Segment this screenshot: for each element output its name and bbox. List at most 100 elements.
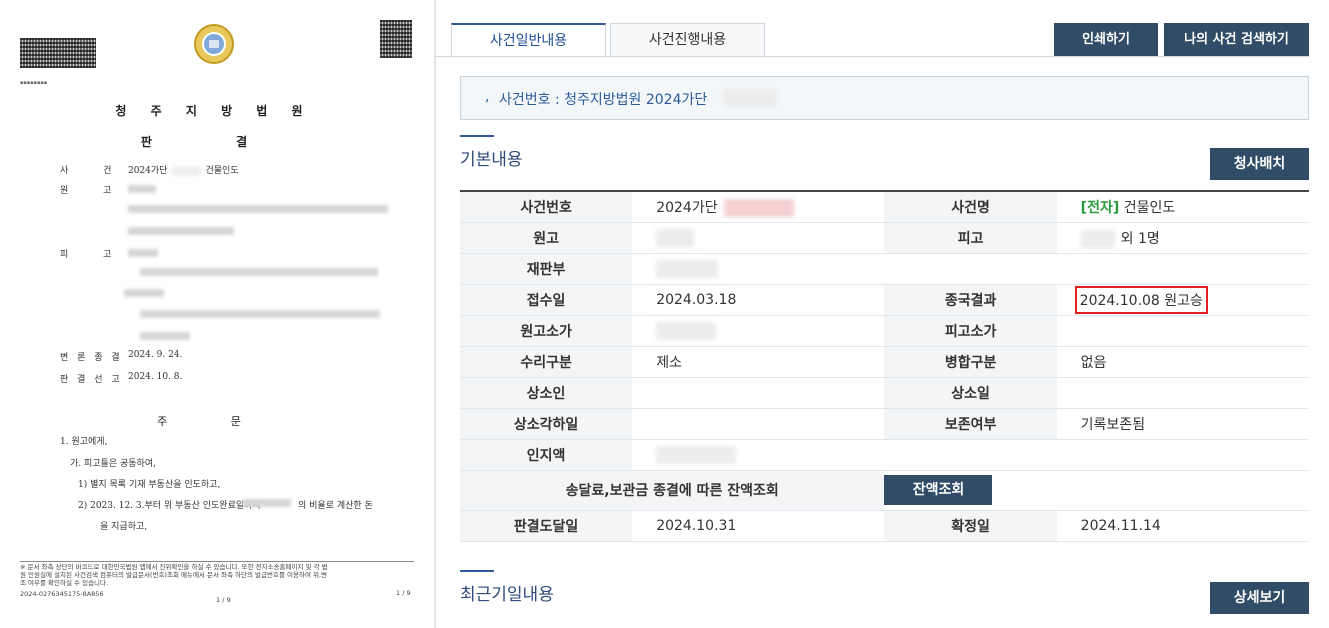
redacted-address — [140, 310, 380, 318]
final-result-highlight: 2024.10.08 원고승 — [1074, 285, 1208, 314]
value-finalized: 2024.11.14 — [1056, 510, 1309, 542]
table-row: 상소인 상소일 — [460, 377, 1309, 409]
label-defendant-amount: 피고소가 — [884, 315, 1057, 347]
value-merge-type: 없음 — [1056, 346, 1309, 378]
order-title: 주 문 — [157, 415, 271, 428]
basic-info-title: 기본내용 — [460, 150, 523, 170]
page-number: 1 / 9 — [216, 596, 231, 604]
label-plaintiff-amount: 원고소가 — [460, 315, 633, 347]
court-name: 청 주 지 방 법 원 — [115, 104, 313, 118]
case-info-panel: 사건일반내용 사건진행내용 인쇄하기 나의 사건 검색하기 , 사건번호 : 청… — [436, 0, 1329, 628]
doc-type: 판 결 — [140, 135, 288, 149]
order-line: 의 비율로 계산한 돈 — [298, 501, 373, 511]
value-court-panel — [632, 253, 885, 285]
redacted-defendant — [128, 249, 158, 257]
issue-number: 2024-0276345175-8A856 — [20, 590, 104, 598]
redacted-address — [128, 227, 234, 235]
my-case-search-button[interactable]: 나의 사건 검색하기 — [1164, 23, 1309, 56]
table-row: 사건번호 2024가단 사건명 [전자] 건물인도 — [460, 190, 1309, 223]
value-stamp-fee — [632, 439, 885, 471]
value-judgment-delivered: 2024.10.31 — [632, 510, 885, 542]
value-received: 2024.03.18 — [632, 284, 885, 316]
label-case-no: 사건번호 — [460, 190, 633, 223]
barcode-image — [20, 38, 96, 68]
table-row: 송달료,보관금 종결에 따른 잔액조회 잔액조회 — [460, 470, 1309, 511]
redacted-case-number — [723, 89, 777, 107]
table-row: 수리구분 제소 병합구분 없음 — [460, 346, 1309, 378]
table-row: 원고소가 피고소가 — [460, 315, 1309, 347]
order-line: 2) 2023. 12. 3.부터 위 부동산 인도완료일까지 — [78, 501, 261, 511]
redacted-address — [128, 205, 388, 213]
case-number-line: 사건번호 : 청주지방법원 2024가단 — [499, 92, 708, 108]
label-case-name: 사건명 — [884, 190, 1057, 223]
order-line: 가. 피고들은 공동하여, — [70, 459, 156, 469]
verdict-date: 2024. 10. 8. — [128, 372, 183, 382]
order-line: 을 지급하고, — [100, 522, 148, 532]
label-appeal-dismissal: 상소각하일 — [460, 408, 633, 440]
case-label: 사 건 — [60, 166, 128, 176]
hearing-end-label: 변 론 종 결 — [60, 353, 123, 363]
bullet-icon: , — [485, 89, 490, 105]
label-defendant: 피고 — [884, 222, 1057, 254]
label-preservation: 보존여부 — [884, 408, 1057, 440]
table-row: 판결도달일 2024.10.31 확정일 2024.11.14 — [460, 510, 1309, 542]
redacted-amount — [243, 499, 291, 507]
tab-general[interactable]: 사건일반내용 — [451, 23, 606, 56]
table-row: 상소각하일 보존여부 기록보존됨 — [460, 408, 1309, 440]
tab-progress[interactable]: 사건진행내용 — [610, 23, 765, 56]
verdict-label: 판 결 선 고 — [60, 375, 123, 385]
court-seating-button[interactable]: 청사배치 — [1210, 148, 1309, 180]
value-plaintiff — [632, 222, 885, 254]
recent-hearing-title: 최근기일내용 — [460, 585, 554, 605]
redacted-plaintiff — [128, 185, 156, 193]
label-court-panel: 재판부 — [460, 253, 633, 285]
qr-code-image — [380, 20, 412, 58]
barcode-caption: ▪▪▪▪▪▪▪▪ — [20, 80, 48, 86]
case-number-box: , 사건번호 : 청주지방법원 2024가단 — [460, 76, 1309, 120]
tab-underline — [436, 56, 1309, 57]
value-preservation: 기록보존됨 — [1056, 408, 1309, 440]
table-row: 재판부 — [460, 253, 1309, 285]
value-case-no: 2024가단 — [632, 190, 885, 223]
value-plaintiff-amount — [632, 315, 885, 347]
value-appellant — [632, 377, 885, 409]
order-line: 1) 별지 목록 기재 부동산을 인도하고, — [78, 480, 221, 490]
label-plaintiff: 원고 — [460, 222, 633, 254]
label-acceptance-type: 수리구분 — [460, 346, 633, 378]
balance-lookup-button[interactable]: 잔액조회 — [884, 475, 993, 505]
redacted-address — [140, 332, 190, 340]
doc-footer-notice: ※ 문서 좌측 상단의 바코드로 대한민국법원 앱에서 진위확인을 하실 수 있… — [20, 563, 328, 587]
table-row: 인지액 — [460, 439, 1309, 471]
redacted-defendant — [124, 289, 164, 297]
label-appeal-date: 상소일 — [884, 377, 1057, 409]
defendant-label: 피 고 — [60, 250, 128, 260]
print-button[interactable]: 인쇄하기 — [1054, 23, 1158, 56]
label-judgment-delivered: 판결도달일 — [460, 510, 633, 542]
page-number-right: 1 / 9 — [396, 589, 411, 597]
value-defendant-amount — [1056, 315, 1309, 347]
court-emblem-icon — [192, 22, 236, 66]
value-acceptance-type: 제소 — [632, 346, 885, 378]
label-deposit-balance: 송달료,보관금 종결에 따른 잔액조회 — [460, 470, 885, 511]
label-appellant: 상소인 — [460, 377, 633, 409]
value-appeal-dismissal — [632, 408, 885, 440]
value-case-name: [전자] 건물인도 — [1056, 190, 1309, 223]
value-final-result: 2024.10.08 원고승 — [1056, 284, 1309, 316]
label-stamp-fee: 인지액 — [460, 439, 633, 471]
case-info-table: 사건번호 2024가단 사건명 [전자] 건물인도 원고 피고 외 1명 재판부… — [460, 190, 1309, 542]
detail-view-button[interactable]: 상세보기 — [1210, 582, 1309, 614]
order-line: 1. 원고에게, — [60, 437, 108, 447]
case-value: 2024가단 건물인도 — [128, 166, 239, 176]
label-merge-type: 병합구분 — [884, 346, 1057, 378]
table-row: 접수일 2024.03.18 종국결과 2024.10.08 원고승 — [460, 284, 1309, 316]
label-received: 접수일 — [460, 284, 633, 316]
plaintiff-label: 원 고 — [60, 186, 128, 196]
redacted-address — [140, 268, 378, 276]
label-final-result: 종국결과 — [884, 284, 1057, 316]
table-row: 원고 피고 외 1명 — [460, 222, 1309, 254]
hearing-end-date: 2024. 9. 24. — [128, 350, 183, 360]
value-appeal-date — [1056, 377, 1309, 409]
value-defendant: 외 1명 — [1056, 222, 1309, 254]
label-finalized: 확정일 — [884, 510, 1057, 542]
judgment-document: ▪▪▪▪▪▪▪▪ 청 주 지 방 법 원 판 결 사 건 2024가단 건물인도 … — [0, 0, 428, 628]
